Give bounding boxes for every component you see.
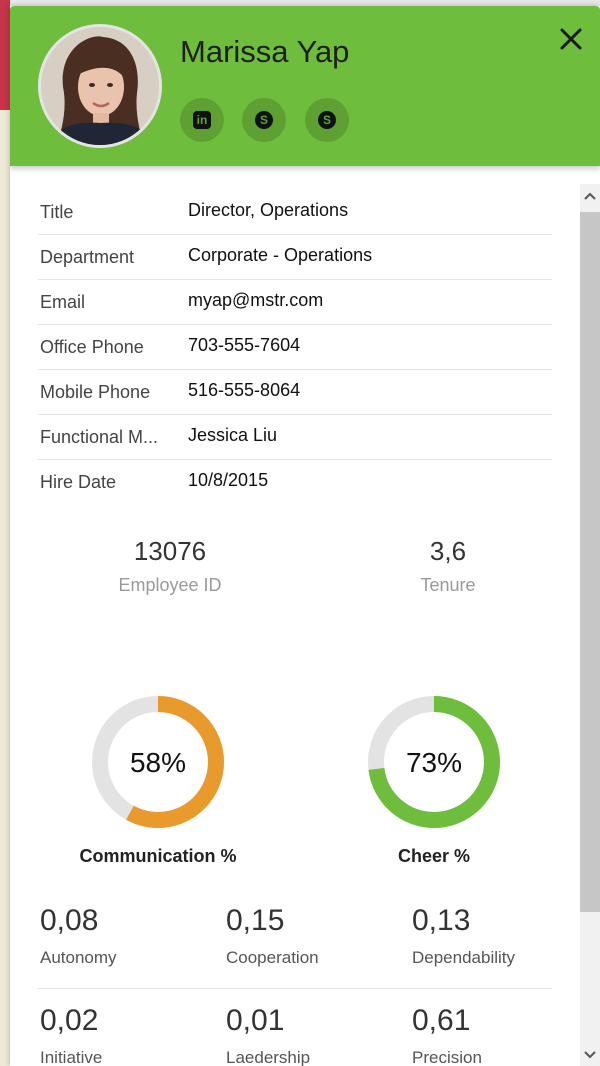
close-button[interactable] xyxy=(556,24,586,54)
detail-value: myap@mstr.com xyxy=(188,290,324,310)
detail-key: Hire Date xyxy=(40,472,117,492)
scrollbar-thumb[interactable] xyxy=(580,212,600,912)
profile-header: Marissa Yap in S S xyxy=(10,6,600,166)
gauge-value: 73% xyxy=(406,747,462,778)
kpi-label: Tenure xyxy=(420,575,476,595)
metric-value: 0,08 xyxy=(40,904,99,937)
metric-value: 0,15 xyxy=(226,904,285,937)
background-strip-bottom xyxy=(0,110,10,1066)
metric-value: 0,13 xyxy=(412,904,471,937)
metric-label: Precision xyxy=(412,1048,482,1066)
avatar-photo xyxy=(41,27,159,145)
close-icon xyxy=(560,28,582,50)
detail-row-mobile-phone: Mobile Phone 516-555-8064 xyxy=(38,370,552,415)
detail-row-hire-date: Hire Date 10/8/2015 xyxy=(38,460,552,504)
detail-row-email: Email myap@mstr.com xyxy=(38,280,552,325)
skype-icon: S xyxy=(255,111,273,129)
cheer-label: Cheer % xyxy=(397,846,471,866)
metric-dependability: 0,13 Dependability xyxy=(412,904,582,968)
skype-button[interactable]: S xyxy=(242,98,286,142)
lync-button[interactable]: S xyxy=(305,98,349,142)
cheer-gauge: 73% xyxy=(368,696,500,828)
chevron-up-icon xyxy=(584,192,596,200)
scroll-down-button[interactable] xyxy=(580,1044,600,1064)
employee-profile-card: Marissa Yap in S S Title Director, Opera… xyxy=(10,6,600,1066)
metric-autonomy: 0,08 Autonomy xyxy=(40,904,210,968)
linkedin-button[interactable]: in xyxy=(180,98,224,142)
lync-icon: S xyxy=(318,111,336,129)
detail-value: 703-555-7604 xyxy=(188,335,301,355)
detail-key: Functional M... xyxy=(40,427,159,447)
detail-key: Office Phone xyxy=(40,337,144,357)
metric-initiative: 0,02 Initiative xyxy=(40,1004,210,1066)
metric-label: Dependability xyxy=(412,948,516,967)
detail-row-department: Department Corporate - Operations xyxy=(38,235,552,280)
details-table: Title Director, Operations Department Co… xyxy=(38,190,552,504)
metrics-divider xyxy=(38,988,552,989)
kpi-tenure: 3,6 Tenure xyxy=(348,536,548,596)
background-strip-top xyxy=(0,0,10,110)
communication-gauge: 58% xyxy=(92,696,224,828)
kpi-value: 3,6 xyxy=(429,536,467,566)
avatar xyxy=(38,24,162,148)
employee-name: Marissa Yap xyxy=(180,34,350,69)
detail-row-functional-manager: Functional M... Jessica Liu xyxy=(38,415,552,460)
detail-value: 10/8/2015 xyxy=(188,470,269,490)
detail-key: Department xyxy=(40,247,135,267)
metric-leadership: 0,01 Laedership xyxy=(226,1004,396,1066)
detail-key: Email xyxy=(40,292,86,312)
vertical-scrollbar[interactable] xyxy=(580,184,600,1066)
metric-value: 0,01 xyxy=(226,1004,285,1037)
scroll-up-button[interactable] xyxy=(580,186,600,206)
kpi-label: Employee ID xyxy=(118,575,222,595)
chevron-down-icon xyxy=(584,1051,596,1059)
detail-value: Director, Operations xyxy=(188,200,349,220)
profile-details-scroll-area[interactable]: Title Director, Operations Department Co… xyxy=(10,166,580,1066)
metric-value: 0,02 xyxy=(40,1004,99,1037)
metric-label: Initiative xyxy=(40,1048,103,1066)
metric-label: Laedership xyxy=(226,1048,311,1066)
metric-label: Cooperation xyxy=(226,948,319,967)
kpi-value: 13076 xyxy=(133,536,207,566)
linkedin-icon: in xyxy=(193,111,211,129)
gauge-value: 58% xyxy=(130,747,186,778)
metric-precision: 0,61 Precision xyxy=(412,1004,582,1066)
detail-value: Jessica Liu xyxy=(188,425,278,445)
detail-key: Mobile Phone xyxy=(40,382,151,402)
metric-cooperation: 0,15 Cooperation xyxy=(226,904,396,968)
detail-value: 516-555-8064 xyxy=(188,380,301,400)
metric-value: 0,61 xyxy=(412,1004,471,1037)
communication-label: Communication % xyxy=(79,846,237,866)
detail-row-office-phone: Office Phone 703-555-7604 xyxy=(38,325,552,370)
detail-value: Corporate - Operations xyxy=(188,245,373,265)
kpi-employee-id: 13076 Employee ID xyxy=(70,536,270,596)
detail-key: Title xyxy=(40,202,74,222)
detail-row-title: Title Director, Operations xyxy=(38,190,552,235)
metric-label: Autonomy xyxy=(40,948,117,967)
